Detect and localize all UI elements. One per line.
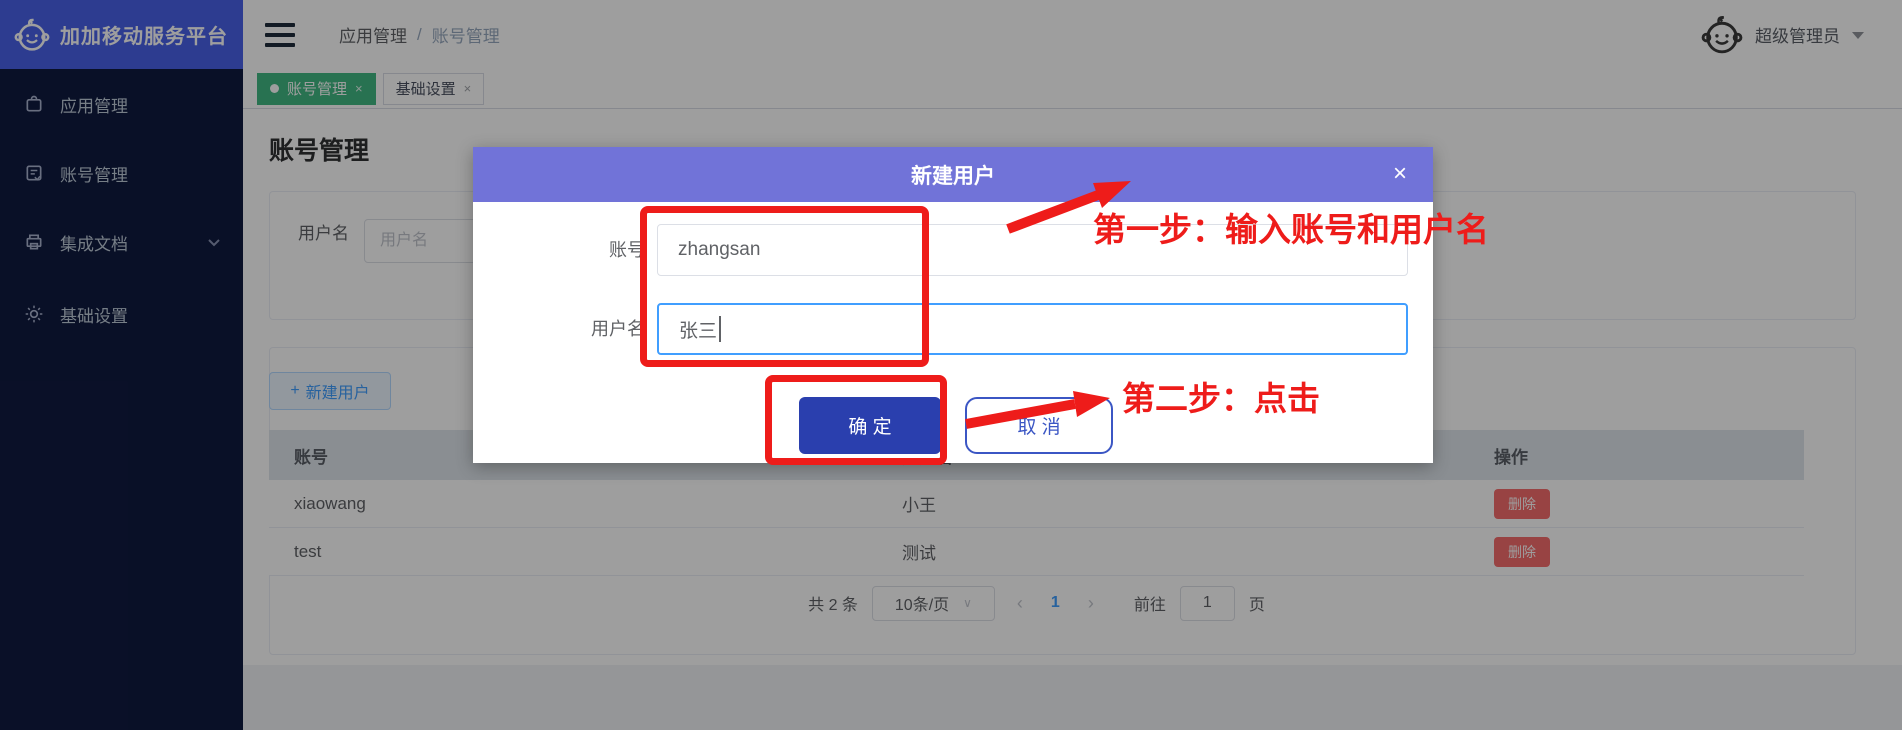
cancel-button[interactable]: 取 消 [965,397,1113,454]
text-cursor [719,316,721,342]
dialog-title: 新建用户 [911,160,995,190]
username-field-label: 用户名 [473,303,645,355]
close-icon[interactable]: × [1393,160,1407,188]
confirm-button[interactable]: 确 定 [799,397,941,454]
app-root: 加加移动服务平台 应用管理 账号管理 集 [0,0,1902,730]
account-input[interactable]: zhangsan [657,224,1408,276]
account-field-label: 账号 [473,224,645,276]
dialog-header: 新建用户 × [473,147,1433,202]
username-input[interactable]: 张三 [657,303,1408,355]
new-user-dialog: 新建用户 × 账号 zhangsan 用户名 张三 确 定 取 消 [473,147,1433,463]
